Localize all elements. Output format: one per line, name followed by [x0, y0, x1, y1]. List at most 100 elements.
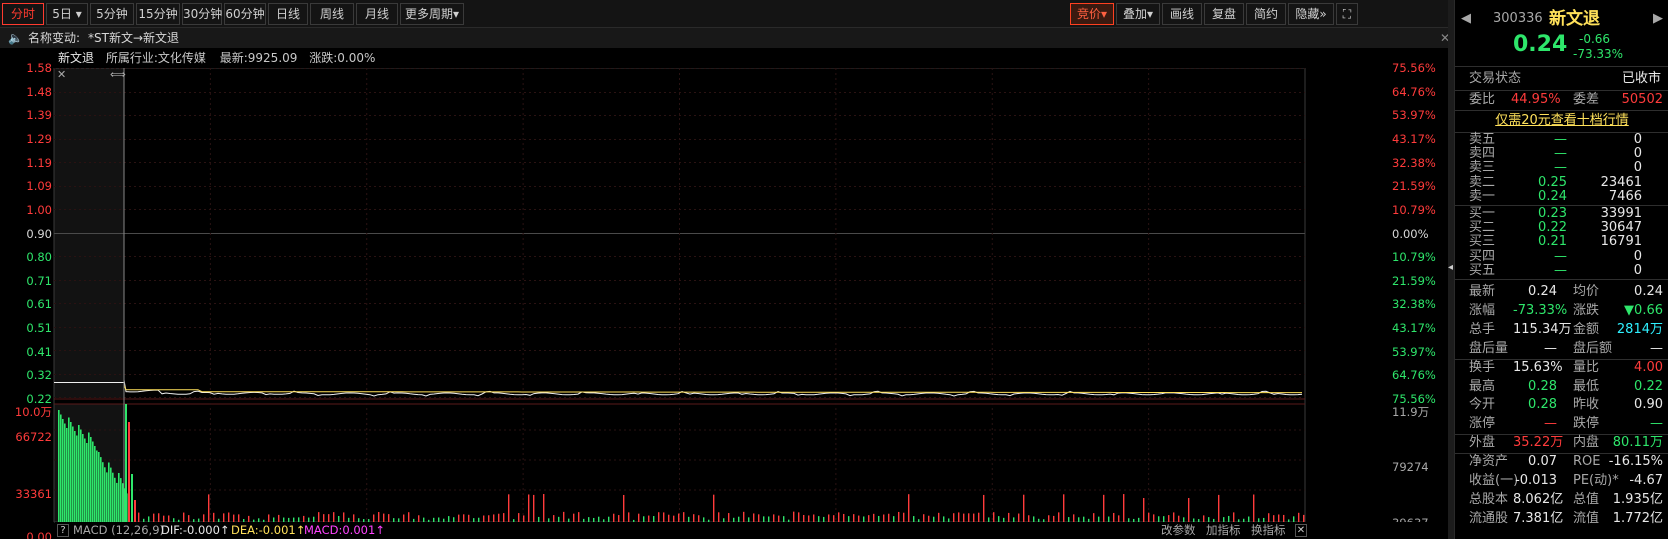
volume-bar	[94, 446, 96, 522]
tab-more-periods[interactable]: 更多周期▾	[400, 3, 464, 25]
macd-dea: DEA:-0.001↑	[231, 523, 306, 537]
volume-bar	[60, 414, 62, 522]
tab-intraday[interactable]: 分时	[2, 3, 44, 25]
tab-5min[interactable]: 5分钟	[90, 3, 134, 25]
price-tick-left: 1.48	[26, 84, 52, 99]
prev-stock-icon[interactable]: ◀	[1461, 8, 1471, 30]
fullscreen-icon[interactable]: ⛶	[1336, 3, 1358, 25]
volume-bar	[573, 513, 575, 522]
next-stock-icon[interactable]: ▶	[1653, 8, 1663, 30]
pct-tick-right: 10.79%	[1392, 250, 1436, 265]
pct-tick-right: 64.76%	[1392, 368, 1436, 383]
tab-30min[interactable]: 30分钟	[182, 3, 222, 25]
level-label: 买五	[1469, 262, 1496, 278]
close-indicator-icon[interactable]: ✕	[1295, 524, 1307, 537]
volume-bar	[463, 514, 465, 522]
vol-tick-left: 0.00	[26, 530, 52, 539]
bid-row[interactable]: 买三 0.21 16791	[1455, 235, 1668, 249]
price-tick-left: 0.41	[26, 344, 52, 359]
level-volume: 33991	[1600, 206, 1642, 221]
add-indicator-button[interactable]: 加指标	[1206, 522, 1241, 539]
volume-bar	[403, 514, 405, 522]
volume-bar	[663, 512, 665, 522]
volume-bar	[553, 515, 555, 522]
volume-bar	[698, 515, 700, 522]
collapse-arrow-icon[interactable]: ◂	[1448, 262, 1453, 273]
switch-indicator-button[interactable]: 换指标	[1251, 522, 1286, 539]
level2-upsell-link[interactable]: 仅需20元查看十档行情	[1455, 112, 1668, 130]
volume-bar	[743, 511, 745, 522]
volume-bar	[96, 450, 98, 522]
simple-button[interactable]: 简约	[1246, 3, 1286, 25]
hide-button[interactable]: 隐藏»	[1288, 3, 1334, 25]
intraday-chart[interactable]: ✕ ⟺	[0, 68, 1448, 539]
replay-button[interactable]: 复盘	[1204, 3, 1244, 25]
bid-row[interactable]: 买二 0.22 30647	[1455, 221, 1668, 235]
stat-value: 8.062亿	[1513, 491, 1564, 507]
volume-bar	[1153, 514, 1155, 522]
change-params-button[interactable]: 改参数	[1161, 522, 1196, 539]
volume-bar	[66, 428, 68, 522]
tab-weekly[interactable]: 周线	[310, 3, 354, 25]
volume-bar	[508, 494, 510, 522]
bid-row[interactable]: 买四 — 0	[1455, 249, 1668, 264]
stat-label: 涨停	[1469, 416, 1496, 432]
stat-value: 1.772亿	[1612, 510, 1663, 526]
wc-label: 委差	[1573, 92, 1600, 107]
volume-bar	[76, 435, 78, 522]
quote-header: ◀ 300336 新文退 ▶	[1455, 8, 1668, 30]
stat-value: -73.33%	[1513, 302, 1568, 318]
volume-bar	[1143, 498, 1145, 522]
tab-daily[interactable]: 日线	[268, 3, 308, 25]
stat-label: 盘后额	[1573, 340, 1613, 356]
tab-15min[interactable]: 15分钟	[136, 3, 180, 25]
volume-bar	[618, 515, 620, 522]
level-label: 买二	[1469, 220, 1496, 236]
ask-row[interactable]: 卖四 — 0	[1455, 147, 1668, 161]
bid-row[interactable]: 买一 0.23 33991	[1455, 207, 1668, 221]
price-tick-left: 1.19	[26, 155, 52, 170]
pct-tick-right: 64.76%	[1392, 84, 1436, 99]
status-value: 已收市	[1621, 71, 1661, 86]
industry-label: 所属行业:	[105, 51, 158, 65]
ask-row[interactable]: 卖一 0.24 7466	[1455, 188, 1668, 204]
volume-bar	[843, 513, 845, 522]
level-price: —	[1554, 160, 1567, 176]
macd-name[interactable]: MACD (12,26,9)	[73, 522, 164, 539]
volume-bar	[120, 478, 122, 522]
stat-value: 1.935亿	[1612, 491, 1663, 507]
volume-bar	[418, 515, 420, 522]
volume-bar	[668, 514, 670, 522]
ask-row[interactable]: 卖五 — 0	[1455, 133, 1668, 147]
level-label: 卖一	[1469, 188, 1496, 204]
tab-60min[interactable]: 60分钟	[224, 3, 266, 25]
draw-button[interactable]: 画线	[1162, 3, 1202, 25]
overlay-button[interactable]: 叠加▾	[1116, 3, 1160, 25]
vol-tick-left: 66722	[15, 430, 52, 444]
volume-bar	[888, 513, 890, 522]
dropdown-arrow-icon: ▾	[1146, 7, 1154, 21]
stat-value: —	[1650, 340, 1663, 356]
volume-bar	[718, 512, 720, 522]
help-icon[interactable]: ?	[57, 524, 69, 537]
price-tick-left: 0.32	[26, 368, 52, 383]
auction-button[interactable]: 竞价▾	[1070, 3, 1114, 25]
volume-bar	[233, 514, 235, 522]
volume-bar	[106, 472, 108, 522]
tab-monthly[interactable]: 月线	[356, 3, 398, 25]
price-change: -0.66	[1579, 32, 1611, 46]
volume-bar	[533, 494, 535, 522]
avg-price-line	[123, 384, 1302, 394]
tab-5day[interactable]: 5日 ▾	[46, 3, 88, 25]
stat-row: 最高 0.28 最低 0.22	[1455, 378, 1668, 396]
price-change-pct: -73.33%	[1573, 47, 1624, 61]
ask-row[interactable]: 卖二 0.25 23461	[1455, 175, 1668, 190]
volume-bar	[100, 457, 102, 522]
volume-bar	[108, 462, 110, 522]
price-tick-left: 1.58	[26, 61, 52, 75]
name-change-notice: 🔈 名称变动: *ST新文→新文退 ✕	[0, 28, 1450, 48]
ask-row[interactable]: 卖三 — 0	[1455, 161, 1668, 175]
volume-bar	[563, 511, 565, 522]
hide-label: 隐藏	[1295, 7, 1320, 21]
bid-row[interactable]: 买五 — 0	[1455, 262, 1668, 278]
